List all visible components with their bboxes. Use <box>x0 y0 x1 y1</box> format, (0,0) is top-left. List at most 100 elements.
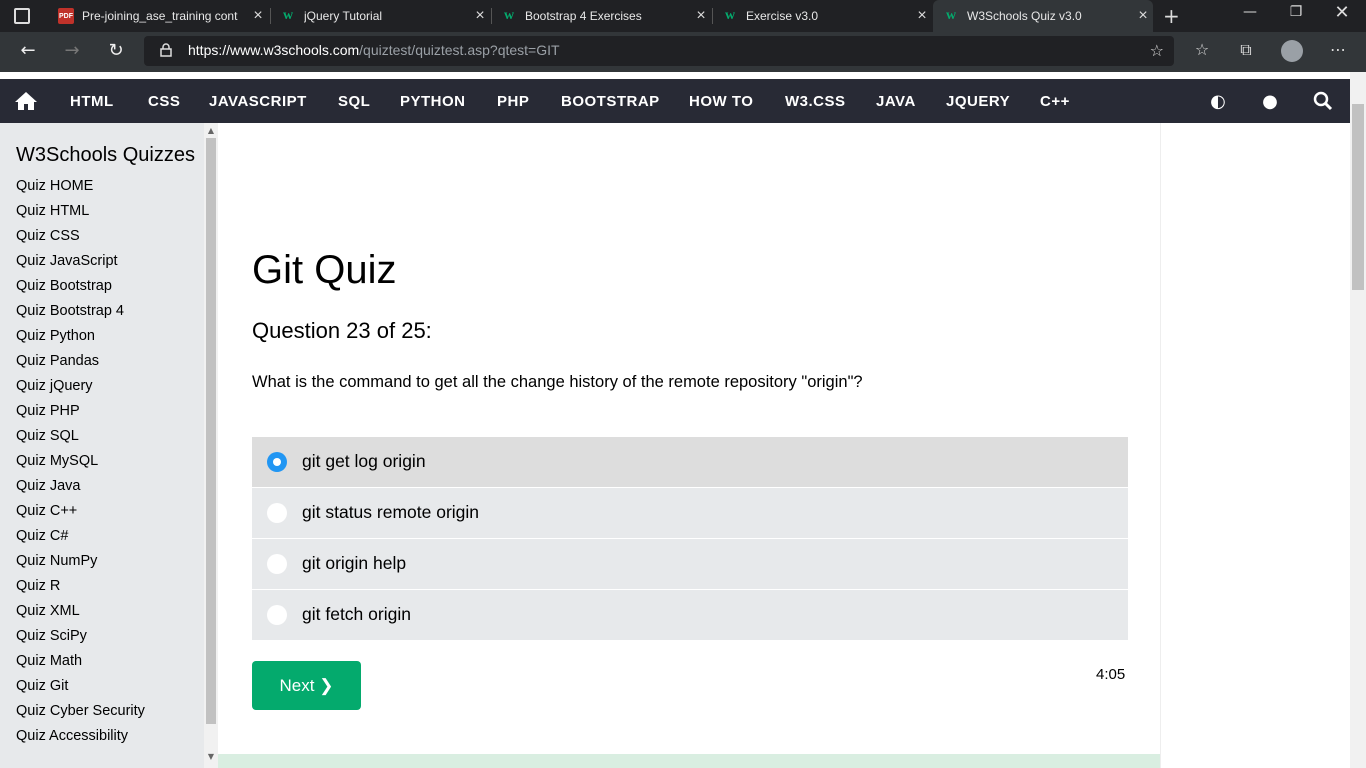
answer-option[interactable]: git status remote origin <box>252 488 1128 538</box>
minimize-icon[interactable]: — <box>1230 4 1270 20</box>
globe-icon[interactable]: ● <box>1259 91 1281 112</box>
tab-title: W3Schools Quiz v3.0 <box>967 9 1082 23</box>
w3schools-icon: w <box>503 8 515 23</box>
search-icon[interactable] <box>1312 91 1334 111</box>
radio-button-checked[interactable] <box>267 452 287 472</box>
right-panel <box>1160 123 1350 768</box>
answer-option[interactable]: git origin help <box>252 539 1128 589</box>
tab-title: Pre-joining_ase_training cont <box>82 9 238 23</box>
radio-button[interactable] <box>267 503 287 523</box>
answer-label: git get log origin <box>302 451 426 471</box>
sidebar-link[interactable]: Quiz C# <box>16 528 68 544</box>
tab-pdf[interactable]: PDF Pre-joining_ase_training cont × <box>48 0 268 32</box>
nav-html[interactable]: HTML <box>70 93 114 110</box>
close-icon[interactable]: × <box>470 7 490 25</box>
sidebar-link[interactable]: Quiz Math <box>16 653 82 669</box>
sidebar-heading: W3Schools Quizzes <box>16 144 195 166</box>
radio-button[interactable] <box>267 605 287 625</box>
lock-icon <box>160 43 172 57</box>
favorites-icon[interactable]: ☆ <box>1188 40 1216 59</box>
tab-quiz[interactable]: w W3Schools Quiz v3.0 × <box>933 0 1153 32</box>
sidebar-link[interactable]: Quiz Bootstrap <box>16 278 112 294</box>
home-icon[interactable] <box>14 91 38 111</box>
question-text: What is the command to get all the chang… <box>252 373 863 391</box>
back-icon[interactable]: ← <box>13 40 43 61</box>
nav-sql[interactable]: SQL <box>338 93 370 110</box>
tab-actions-icon[interactable] <box>14 8 30 24</box>
close-icon[interactable]: × <box>912 7 932 25</box>
answer-label: git fetch origin <box>302 604 411 624</box>
tab-title: jQuery Tutorial <box>304 9 383 23</box>
refresh-icon[interactable]: ↻ <box>101 40 131 61</box>
sidebar-link[interactable]: Quiz MySQL <box>16 453 98 469</box>
url-input[interactable]: https://www.w3schools.com/quiztest/quizt… <box>144 36 1174 66</box>
profile-avatar[interactable] <box>1281 40 1303 62</box>
window-close-icon[interactable]: ✕ <box>1322 2 1362 23</box>
sidebar-link[interactable]: Quiz CSS <box>16 228 80 244</box>
sidebar-link[interactable]: Quiz PHP <box>16 403 80 419</box>
sidebar-link[interactable]: Quiz HOME <box>16 178 93 194</box>
nav-cpp[interactable]: C++ <box>1040 93 1070 110</box>
sidebar-link[interactable]: Quiz R <box>16 578 60 594</box>
nav-w3css[interactable]: W3.CSS <box>785 93 846 110</box>
sidebar-link[interactable]: Quiz HTML <box>16 203 89 219</box>
sidebar-link[interactable]: Quiz SQL <box>16 428 79 444</box>
tab-title: Exercise v3.0 <box>746 9 819 23</box>
nav-javascript[interactable]: JAVASCRIPT <box>209 93 307 110</box>
nav-howto[interactable]: HOW TO <box>689 93 753 110</box>
browser-tab-bar: PDF Pre-joining_ase_training cont × w jQ… <box>0 0 1366 32</box>
answer-label: git status remote origin <box>302 502 480 522</box>
w3schools-icon: w <box>724 8 736 23</box>
nav-bootstrap[interactable]: BOOTSTRAP <box>561 93 660 110</box>
sidebar-link[interactable]: Quiz JavaScript <box>16 253 118 269</box>
address-bar: ← → ↻ https://www.w3schools.com/quiztest… <box>0 32 1366 72</box>
sidebar-link[interactable]: Quiz jQuery <box>16 378 93 394</box>
close-icon[interactable]: × <box>691 7 711 25</box>
add-favorite-icon[interactable]: ☆ <box>1150 41 1164 60</box>
close-icon[interactable]: × <box>1133 7 1153 25</box>
new-tab-icon[interactable]: + <box>1163 4 1180 28</box>
footer-strip <box>218 754 1160 768</box>
sidebar-link[interactable]: Quiz Pandas <box>16 353 99 369</box>
sidebar-link[interactable]: Quiz C++ <box>16 503 77 519</box>
radio-button[interactable] <box>267 554 287 574</box>
nav-jquery[interactable]: JQUERY <box>946 93 1010 110</box>
dark-mode-icon[interactable]: ◐ <box>1207 91 1229 112</box>
question-number: Question 23 of 25: <box>252 318 432 343</box>
forward-icon[interactable]: → <box>57 40 87 61</box>
more-menu-icon[interactable]: ⋯ <box>1324 40 1352 59</box>
nav-php[interactable]: PHP <box>497 93 529 110</box>
sidebar-link[interactable]: Quiz NumPy <box>16 553 97 569</box>
tab-bootstrap[interactable]: w Bootstrap 4 Exercises × <box>491 0 711 32</box>
page-title: Git Quiz <box>252 248 397 292</box>
nav-python[interactable]: PYTHON <box>400 93 466 110</box>
sidebar-scroll-thumb[interactable] <box>206 138 216 724</box>
sidebar-link[interactable]: Quiz SciPy <box>16 628 87 644</box>
close-icon[interactable]: × <box>248 7 268 25</box>
tab-jquery[interactable]: w jQuery Tutorial × <box>270 0 490 32</box>
w3schools-icon: w <box>282 8 294 23</box>
pdf-icon: PDF <box>58 8 74 24</box>
restore-icon[interactable]: ❐ <box>1276 4 1316 20</box>
nav-java[interactable]: JAVA <box>876 93 916 110</box>
sidebar-link[interactable]: Quiz Cyber Security <box>16 703 145 719</box>
page-scroll-thumb[interactable] <box>1352 104 1364 290</box>
url-text: https://www.w3schools.com/quiztest/quizt… <box>188 42 560 58</box>
sidebar-link[interactable]: Quiz Python <box>16 328 95 344</box>
sidebar-link[interactable]: Quiz Java <box>16 478 80 494</box>
sidebar-link[interactable]: Quiz XML <box>16 603 80 619</box>
sidebar-link[interactable]: Quiz Bootstrap 4 <box>16 303 124 319</box>
quiz-sidebar: W3Schools Quizzes Quiz HOME Quiz HTML Qu… <box>0 123 204 768</box>
nav-css[interactable]: CSS <box>148 93 180 110</box>
scroll-up-icon[interactable]: ▲ <box>204 126 218 135</box>
collections-icon[interactable]: ⧉ <box>1232 40 1260 60</box>
tab-exercise[interactable]: w Exercise v3.0 × <box>712 0 932 32</box>
answer-option[interactable]: git get log origin <box>252 437 1128 487</box>
sidebar-link[interactable]: Quiz Accessibility <box>16 728 128 744</box>
scroll-down-icon[interactable]: ▼ <box>204 752 218 761</box>
w3schools-icon: w <box>945 8 957 23</box>
top-navigation: HTML CSS JAVASCRIPT SQL PYTHON PHP BOOTS… <box>0 79 1350 123</box>
sidebar-link[interactable]: Quiz Git <box>16 678 68 694</box>
next-button[interactable]: Next ❯ <box>252 661 361 710</box>
answer-option[interactable]: git fetch origin <box>252 590 1128 640</box>
